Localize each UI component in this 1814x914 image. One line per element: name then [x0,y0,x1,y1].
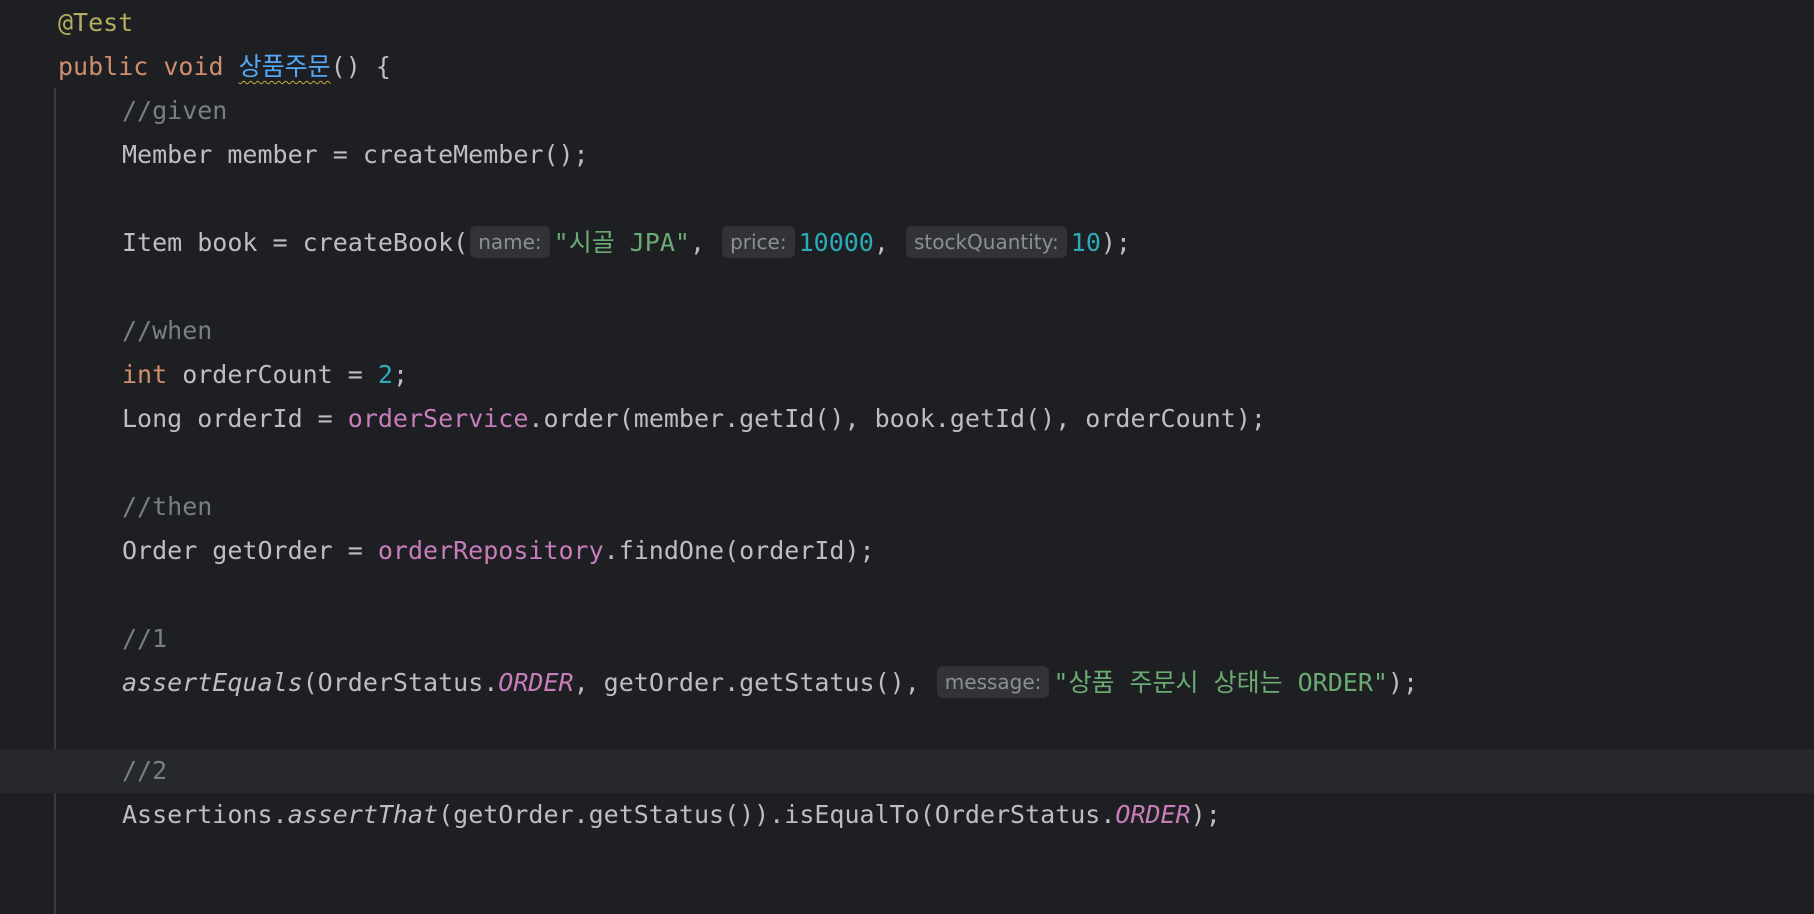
keyword-int: int [122,360,168,389]
comment-given: //given [122,96,228,125]
get-order-start: Order getOrder = [122,536,378,565]
parameter-hint-name: name: [470,226,550,258]
assert-that-end: ); [1190,800,1221,829]
order-count-declaration: orderCount = [167,360,378,389]
annotation-token: @Test [58,8,134,37]
code-line-comment-then[interactable]: //then [0,485,1814,529]
code-line-comment-2-current[interactable]: //2 [0,749,1814,793]
code-line-assert-equals[interactable]: assertEquals(OrderStatus.ORDER, getOrder… [0,661,1814,705]
string-book-name: "시골 JPA" [553,228,690,257]
number-stock-quantity: 10 [1070,228,1101,257]
number-order-count: 2 [377,360,393,389]
order-id-start: Long orderId = [122,404,348,433]
code-line-item[interactable]: Item book = createBook(name: "시골 JPA", pr… [0,221,1814,265]
assert-equals-call: assertEquals [122,668,303,697]
assert-equals-args-start: (OrderStatus. [302,668,499,697]
method-signature-tail: () { [330,52,391,81]
code-line-assert-that[interactable]: Assertions.assertThat(getOrder.getStatus… [0,793,1814,837]
parameter-hint-message: message: [936,666,1050,698]
constant-order: ORDER [498,668,574,697]
code-line-get-order[interactable]: Order getOrder = orderRepository.findOne… [0,529,1814,573]
comment-then: //then [122,492,213,521]
comma: , [873,228,904,257]
assert-that-args: (getOrder.getStatus()).isEqualTo(OrderSt… [438,800,1116,829]
field-order-service: orderService [347,404,529,433]
field-order-repository: orderRepository [377,536,604,565]
parameter-hint-price: price: [722,226,795,258]
code-line-method-signature[interactable]: public void 상품주문() { [0,45,1814,89]
method-name[interactable]: 상품주문 [239,52,331,81]
semicolon: ; [392,360,408,389]
code-line-member[interactable]: Member member = createMember(); [0,133,1814,177]
string-message: "상품 주문시 상태는 ORDER" [1053,668,1388,697]
item-statement-start: Item book = createBook( [122,228,469,257]
assertions-class: Assertions. [122,800,288,829]
constant-order: ORDER [1115,800,1191,829]
find-one-call: .findOne(orderId); [603,536,875,565]
keyword-void: void [163,52,224,81]
keyword-public: public [58,52,149,81]
item-statement-end: ); [1100,228,1131,257]
parameter-hint-stock-quantity: stockQuantity: [905,226,1067,258]
number-price: 10000 [798,228,874,257]
member-statement: Member member = createMember(); [122,140,589,169]
comma: , [689,228,721,257]
code-line-annotation[interactable]: @Test [0,1,1814,45]
comment-1: //1 [122,624,168,653]
assert-that-call: assertThat [287,800,439,829]
code-line-comment-given[interactable]: //given [0,89,1814,133]
comment-when: //when [122,316,213,345]
assert-equals-end: ); [1387,668,1419,697]
comment-2: //2 [122,756,168,785]
code-line-comment-when[interactable]: //when [0,309,1814,353]
code-editor[interactable]: @Test public void 상품주문() { //given Membe… [0,0,1814,914]
assert-equals-args-mid: , getOrder.getStatus(), [573,668,935,697]
code-line-order-id[interactable]: Long orderId = orderService.order(member… [0,397,1814,441]
order-call: .order(member.getId(), book.getId(), ord… [528,404,1266,433]
code-line-order-count[interactable]: int orderCount = 2; [0,353,1814,397]
code-line-comment-1[interactable]: //1 [0,617,1814,661]
